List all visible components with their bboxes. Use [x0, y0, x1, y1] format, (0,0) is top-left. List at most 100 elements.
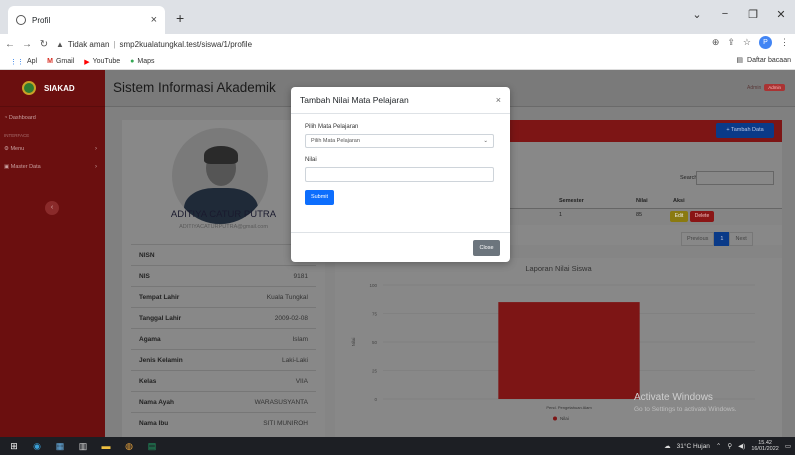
- x-tick-label: Pend. Pengetahuan Alam: [546, 405, 592, 410]
- close-icon[interactable]: ×: [496, 95, 501, 105]
- file-explorer-icon[interactable]: ▬: [97, 437, 115, 455]
- notifications-icon[interactable]: ▭: [785, 442, 791, 450]
- sidebar-item-dashboard[interactable]: ◔ Dashboard: [0, 111, 105, 125]
- warning-icon: ▲: [56, 39, 64, 49]
- column-header[interactable]: Semester: [559, 198, 584, 204]
- row-key: Tanggal Lahir: [139, 314, 182, 322]
- edge-icon[interactable]: ◉: [28, 437, 46, 455]
- bookmark-maps[interactable]: ● Maps: [130, 58, 154, 65]
- nilai-input[interactable]: [305, 167, 494, 182]
- delete-button[interactable]: Delete: [690, 211, 714, 222]
- row-key: NISN: [139, 251, 155, 259]
- page-title: Sistem Informasi Akademik: [113, 80, 276, 95]
- search-input[interactable]: [696, 171, 774, 185]
- close-button[interactable]: Close: [473, 240, 500, 256]
- bookmark-gmail[interactable]: M Gmail: [47, 58, 74, 65]
- row-value: SITI MUNIROH: [263, 419, 308, 427]
- modal-body: Pilih Mata Pelajaran Pilih Mata Pelajara…: [291, 114, 510, 205]
- volume-icon[interactable]: ◀): [738, 442, 745, 450]
- chrome-icon[interactable]: ◍: [120, 437, 138, 455]
- forward-button[interactable]: →: [20, 39, 34, 50]
- row-key: Kelas: [139, 377, 157, 385]
- bar: [498, 302, 640, 399]
- table-row: Kelas VIIA: [131, 370, 316, 391]
- bookmark-apl[interactable]: ⋮⋮ Apl: [10, 58, 37, 66]
- weather-text[interactable]: 31°C Hujan: [677, 443, 710, 450]
- page-button[interactable]: 1: [714, 232, 730, 246]
- y-tick-label: 100: [369, 283, 377, 288]
- tab-profil[interactable]: Profil ×: [8, 6, 165, 34]
- system-tray: ☁ 31°C Hujan ⌃ ⚲ ◀) 15.42 16/01/2022 ▭: [664, 437, 791, 455]
- pagination: Previous 1 Next: [681, 232, 753, 246]
- activate-windows-title: Activate Windows: [634, 392, 713, 403]
- brand-label: SIAKAD: [44, 83, 75, 93]
- row-key: Agama: [139, 335, 161, 343]
- sidebar: SIAKAD ◔ Dashboard INTERFACE ⚙ Menu › ▣ M…: [0, 70, 105, 437]
- calendar-icon[interactable]: ▥: [74, 437, 92, 455]
- column-header[interactable]: Aksi: [673, 198, 685, 204]
- menu-dots-icon[interactable]: ⋮: [780, 37, 789, 48]
- previous-page-button[interactable]: Previous: [681, 232, 715, 246]
- network-icon[interactable]: ⚲: [727, 442, 732, 450]
- y-tick-label: 50: [372, 340, 378, 345]
- chevron-down-icon[interactable]: ⌄: [683, 8, 711, 21]
- windows-taskbar: ⊞ ◉ ▦ ▥ ▬ ◍ ▤ ☁ 31°C Hujan ⌃ ⚲ ◀) 15.42 …: [0, 437, 795, 455]
- next-page-button[interactable]: Next: [729, 232, 753, 246]
- row-value: Kuala Tungkal: [266, 293, 308, 301]
- school-logo-icon: [22, 81, 36, 95]
- row-value: Islam: [292, 335, 308, 343]
- bookmarks-bar: ⋮⋮ Apl M Gmail ▶ YouTube ● Maps ▤ Daftar baca…: [0, 54, 795, 70]
- reading-list-label: Daftar bacaan: [747, 56, 791, 64]
- table-row: Nama Ayah WARASUSYANTA: [131, 391, 316, 412]
- row-value: VIIA: [295, 377, 308, 385]
- share-icon[interactable]: ⇪: [727, 37, 735, 48]
- new-tab-button[interactable]: +: [176, 10, 184, 26]
- star-icon[interactable]: ☆: [743, 37, 751, 48]
- profile-table: NISN009 NIS 9181 Tempat Lahir Kuala Tungka…: [131, 244, 316, 433]
- user-menu[interactable]: Admin Admin: [747, 84, 785, 91]
- back-button[interactable]: ←: [3, 39, 17, 50]
- apps-grid-icon: ⋮⋮: [10, 58, 24, 66]
- sidebar-item-label: Dashboard: [8, 115, 36, 121]
- modal-footer: Close: [291, 232, 510, 262]
- submit-button[interactable]: Submit: [305, 190, 334, 205]
- chevron-right-icon: ›: [95, 146, 97, 152]
- chevron-down-icon: ⌄: [483, 138, 488, 144]
- close-window-button[interactable]: ✕: [767, 8, 795, 21]
- clock[interactable]: 15.42 16/01/2022: [751, 440, 779, 452]
- add-data-button[interactable]: + Tambah Data: [716, 123, 774, 138]
- reload-button[interactable]: ↻: [37, 39, 51, 50]
- sidebar-item-master-data[interactable]: ▣ Master Data ›: [0, 160, 105, 174]
- reading-list[interactable]: ▤ Daftar bacaan: [736, 56, 791, 65]
- nilai-label: Nilai: [305, 157, 317, 163]
- sidebar-item-label: Master Data: [10, 164, 41, 170]
- url-field[interactable]: ▲ Tidak aman | smp2kualatungkal.test/sis…: [56, 36, 736, 52]
- profile-avatar[interactable]: P: [759, 36, 772, 49]
- excel-icon[interactable]: ▤: [143, 437, 161, 455]
- bookmark-label: Maps: [137, 58, 155, 65]
- row-value: 9181: [293, 272, 308, 280]
- table-row: Nama Ibu SITI MUNIROH: [131, 412, 316, 433]
- minimize-button[interactable]: −: [711, 8, 739, 20]
- tray-chevron-icon[interactable]: ⌃: [716, 442, 721, 450]
- table-row: Tanggal Lahir 2009-02-08: [131, 307, 316, 328]
- store-icon[interactable]: ▦: [51, 437, 69, 455]
- sidebar-toggle-button[interactable]: ‹: [45, 201, 59, 215]
- bookmark-label: Gmail: [55, 58, 75, 65]
- y-tick-label: 25: [372, 369, 378, 374]
- sidebar-brand[interactable]: SIAKAD: [0, 70, 105, 107]
- edit-button[interactable]: Edit: [670, 211, 688, 222]
- column-header[interactable]: Nilai: [636, 198, 648, 204]
- sidebar-item-menu[interactable]: ⚙ Menu ›: [0, 142, 105, 156]
- bookmark-youtube[interactable]: ▶ YouTube: [84, 58, 120, 66]
- clock-date: 16/01/2022: [751, 446, 779, 452]
- browser-tabstrip: Profil × + ⌄ − ❐ ✕: [0, 0, 795, 34]
- windows-start-icon[interactable]: ⊞: [5, 437, 23, 455]
- subject-select[interactable]: Pilih Mata Pelajaran ⌄: [305, 134, 494, 148]
- table-row: NIS 9181: [131, 265, 316, 286]
- close-tab-icon[interactable]: ×: [151, 14, 157, 26]
- zoom-icon[interactable]: ⊕: [712, 37, 720, 48]
- address-bar: ← → ↻ ▲ Tidak aman | smp2kualatungkal.te…: [0, 34, 795, 54]
- restore-button[interactable]: ❐: [739, 8, 767, 21]
- add-nilai-modal: Tambah Nilai Mata Pelajaran × Pilih Mata…: [291, 87, 510, 262]
